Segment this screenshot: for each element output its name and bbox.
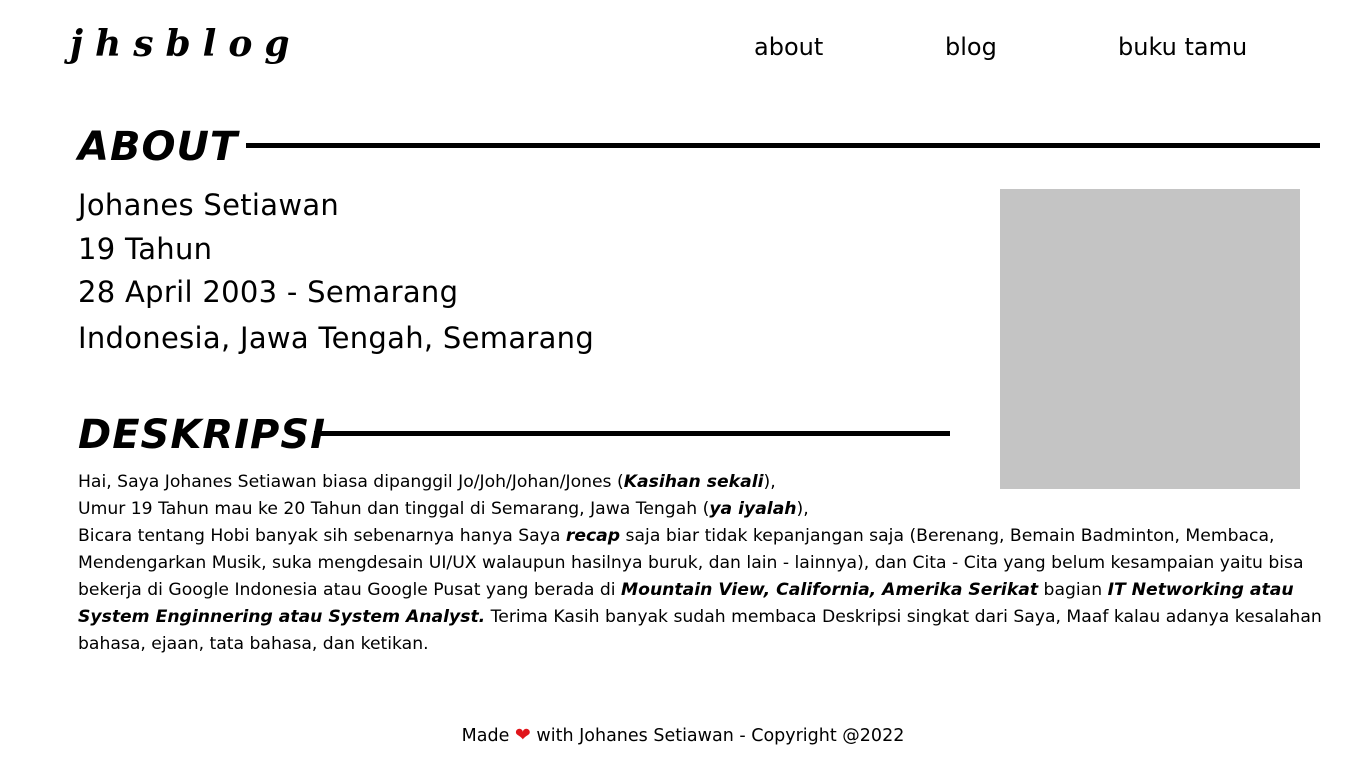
about-divider: [246, 143, 1320, 148]
deskripsi-heading: DESKRIPSI: [78, 412, 327, 458]
footer: Made ❤ with Johanes Setiawan - Copyright…: [0, 721, 1366, 750]
info-name: Johanes Setiawan: [78, 188, 340, 222]
nav-buku-tamu[interactable]: buku tamu: [1118, 30, 1247, 64]
deskripsi-divider: [314, 431, 950, 436]
description-paragraph: Bicara tentang Hobi banyak sih sebenarny…: [78, 526, 1322, 654]
footer-made: Made: [461, 726, 510, 746]
nav-about[interactable]: about: [754, 30, 823, 64]
heart-icon: ❤: [514, 724, 531, 746]
footer-credit: with Johanes Setiawan - Copyright @2022: [536, 726, 905, 746]
info-age: 19 Tahun: [78, 232, 213, 266]
info-birth: 28 April 2003 - Semarang: [78, 275, 459, 309]
about-heading: ABOUT: [78, 124, 239, 170]
nav-blog[interactable]: blog: [945, 30, 997, 64]
description-line-1: Hai, Saya Johanes Setiawan biasa dipangg…: [78, 472, 776, 492]
description-text: Hai, Saya Johanes Setiawan biasa dipangg…: [78, 469, 1346, 658]
site-logo[interactable]: jhsblog: [70, 14, 302, 74]
description-line-2: Umur 19 Tahun mau ke 20 Tahun dan tingga…: [78, 499, 809, 519]
profile-photo-placeholder: [1000, 189, 1300, 489]
info-location: Indonesia, Jawa Tengah, Semarang: [78, 321, 595, 355]
page: jhsblog about blog buku tamu ABOUT Johan…: [0, 0, 1366, 768]
